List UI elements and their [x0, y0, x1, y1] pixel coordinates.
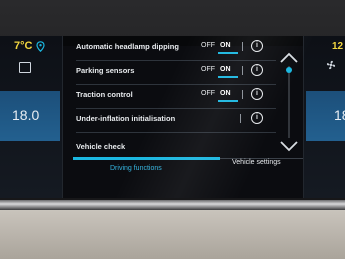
divider [242, 90, 243, 99]
scroll-control[interactable] [278, 48, 300, 158]
outside-temperature: 7°C [14, 40, 33, 52]
location-pin-icon [36, 41, 45, 52]
setting-label: Vehicle check [76, 142, 126, 151]
settings-list: Automatic headlamp dipping OFF ON i Park… [63, 36, 293, 198]
divider [242, 42, 243, 51]
headlamp-toggle[interactable]: OFF ON [199, 42, 245, 54]
tab-vehicle-settings[interactable]: Vehicle settings [232, 159, 281, 166]
setting-row-headlamp[interactable]: Automatic headlamp dipping OFF ON i [76, 38, 276, 61]
toggle-off-label: OFF [201, 66, 215, 73]
left-temperature-value: 18.0 [12, 107, 40, 123]
left-temperature-box[interactable]: 18.0 [0, 91, 60, 141]
toggle-active-bar [218, 100, 238, 102]
traction-control-toggle[interactable]: OFF ON [199, 90, 245, 102]
setting-row-under-inflation[interactable]: Under-inflation initialisation i [76, 110, 276, 133]
toggle-off-label: OFF [201, 42, 215, 49]
info-icon[interactable]: i [251, 64, 263, 76]
right-temperature-value: 18 [334, 107, 345, 123]
fan-icon [326, 60, 336, 70]
info-icon[interactable]: i [251, 40, 263, 52]
chevron-up-icon [280, 52, 298, 63]
parking-sensors-toggle[interactable]: OFF ON [199, 66, 245, 78]
setting-label: Under-inflation initialisation [76, 114, 176, 123]
clock: 12 [332, 41, 344, 52]
dashboard-lower-trim [0, 210, 345, 259]
right-climate-panel: 12 18 [303, 36, 345, 198]
toggle-on-label: ON [220, 66, 231, 73]
setting-label: Traction control [76, 90, 133, 99]
tab-indicator [73, 157, 220, 160]
setting-label: Parking sensors [76, 66, 135, 75]
info-icon[interactable]: i [251, 88, 263, 100]
info-icon[interactable]: i [251, 112, 263, 124]
setting-row-vehicle-check[interactable]: Vehicle check [76, 134, 276, 156]
setting-row-traction-control[interactable]: Traction control OFF ON i [76, 86, 276, 109]
toggle-on-label: ON [220, 42, 231, 49]
chevron-down-icon [280, 141, 298, 152]
box-icon[interactable] [19, 62, 31, 73]
infotainment-screen: 7°C 18.0 Automatic headlamp dipping OFF … [0, 36, 345, 198]
tab-driving-functions[interactable]: Driving functions [110, 165, 162, 172]
scroll-thumb [286, 67, 292, 73]
toggle-on-label: ON [220, 90, 231, 97]
toggle-active-bar [218, 76, 238, 78]
divider [240, 114, 241, 123]
left-climate-panel: 7°C 18.0 [0, 36, 63, 198]
right-temperature-box[interactable]: 18 [306, 91, 345, 141]
chrome-trim-strip [0, 200, 345, 210]
toggle-active-bar [218, 52, 238, 54]
divider [242, 66, 243, 75]
setting-label: Automatic headlamp dipping [76, 42, 179, 51]
toggle-off-label: OFF [201, 90, 215, 97]
setting-row-parking-sensors[interactable]: Parking sensors OFF ON i [76, 62, 276, 85]
